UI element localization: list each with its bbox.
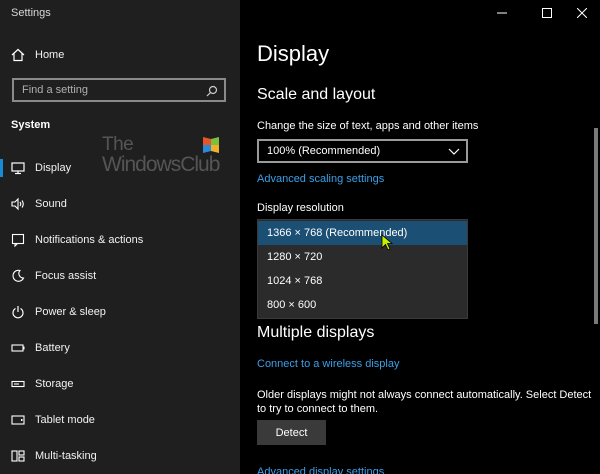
sidebar: Settings Home Find a setting System The …: [0, 0, 240, 474]
battery-icon: [10, 340, 26, 356]
sidebar-item-tablet-mode[interactable]: Tablet mode: [0, 402, 240, 438]
sidebar-item-label: Battery: [35, 342, 70, 354]
search-placeholder: Find a setting: [22, 84, 89, 96]
advanced-display-link[interactable]: Advanced display settings: [257, 466, 384, 474]
sidebar-item-label: Notifications & actions: [35, 234, 144, 246]
scale-label: Change the size of text, apps and other …: [257, 120, 479, 132]
section-label: System: [11, 119, 51, 131]
sidebar-item-home[interactable]: Home: [0, 37, 240, 73]
maximize-icon: [542, 8, 552, 18]
scale-dropdown-value: 100% (Recommended): [267, 145, 381, 157]
search-input[interactable]: Find a setting: [12, 78, 226, 102]
resolution-option-label: 1280 × 720: [267, 251, 323, 263]
notifications-icon: [10, 232, 26, 248]
sidebar-item-label: Tablet mode: [35, 414, 95, 426]
maximize-button[interactable]: [532, 0, 562, 26]
detect-button[interactable]: Detect: [257, 420, 326, 445]
detect-description: Older displays might not always connect …: [257, 389, 592, 415]
sidebar-item-display[interactable]: Display: [0, 150, 240, 186]
moon-icon: [10, 268, 26, 284]
resolution-option-label: 800 × 600: [267, 299, 317, 311]
sidebar-item-label: Storage: [35, 378, 74, 390]
sidebar-item-multitasking[interactable]: Multi-tasking: [0, 438, 240, 474]
resolution-option[interactable]: 1024 × 768: [258, 269, 467, 293]
sidebar-item-sound[interactable]: Sound: [0, 186, 240, 222]
sidebar-item-battery[interactable]: Battery: [0, 330, 240, 366]
tablet-icon: [10, 412, 26, 428]
sidebar-item-label: Power & sleep: [35, 306, 106, 318]
page-title: Display: [257, 41, 330, 66]
minimize-button[interactable]: [487, 0, 517, 26]
resolution-dropdown-list: 1366 × 768 (Recommended) 1280 × 720 1024…: [257, 219, 468, 319]
sidebar-item-power-sleep[interactable]: Power & sleep: [0, 294, 240, 330]
resolution-option[interactable]: 1280 × 720: [258, 245, 467, 269]
multiple-displays-heading: Multiple displays: [257, 324, 375, 341]
resolution-label: Display resolution: [257, 202, 344, 214]
scrollbar[interactable]: [594, 128, 598, 324]
sidebar-item-notifications[interactable]: Notifications & actions: [0, 222, 240, 258]
power-icon: [10, 304, 26, 320]
multitasking-icon: [10, 448, 26, 464]
scale-layout-heading: Scale and layout: [257, 86, 376, 103]
main-content: Display Scale and layout Change the size…: [240, 0, 600, 474]
scale-dropdown[interactable]: 100% (Recommended): [257, 139, 468, 163]
resolution-option[interactable]: 800 × 600: [258, 293, 467, 317]
sidebar-item-label: Multi-tasking: [35, 450, 97, 462]
advanced-scaling-link[interactable]: Advanced scaling settings: [257, 173, 384, 185]
home-icon: [10, 47, 26, 63]
window-title: Settings: [11, 7, 51, 19]
sidebar-item-label: Focus assist: [35, 270, 97, 282]
mouse-cursor-icon: [381, 234, 394, 251]
search-icon: [206, 84, 218, 97]
storage-icon: [10, 376, 26, 392]
sidebar-item-label: Sound: [35, 198, 67, 210]
sidebar-item-storage[interactable]: Storage: [0, 366, 240, 402]
chevron-down-icon: [448, 148, 460, 155]
close-button[interactable]: [567, 0, 597, 26]
wireless-display-link[interactable]: Connect to a wireless display: [257, 358, 399, 370]
sidebar-item-focus-assist[interactable]: Focus assist: [0, 258, 240, 294]
sidebar-item-label: Display: [35, 162, 72, 174]
resolution-option[interactable]: 1366 × 768 (Recommended): [258, 221, 467, 245]
close-icon: [577, 8, 587, 18]
speaker-icon: [10, 196, 26, 212]
minimize-icon: [497, 12, 507, 14]
monitor-icon: [10, 160, 26, 176]
resolution-option-label: 1024 × 768: [267, 275, 323, 287]
sidebar-item-label: Home: [35, 49, 65, 61]
